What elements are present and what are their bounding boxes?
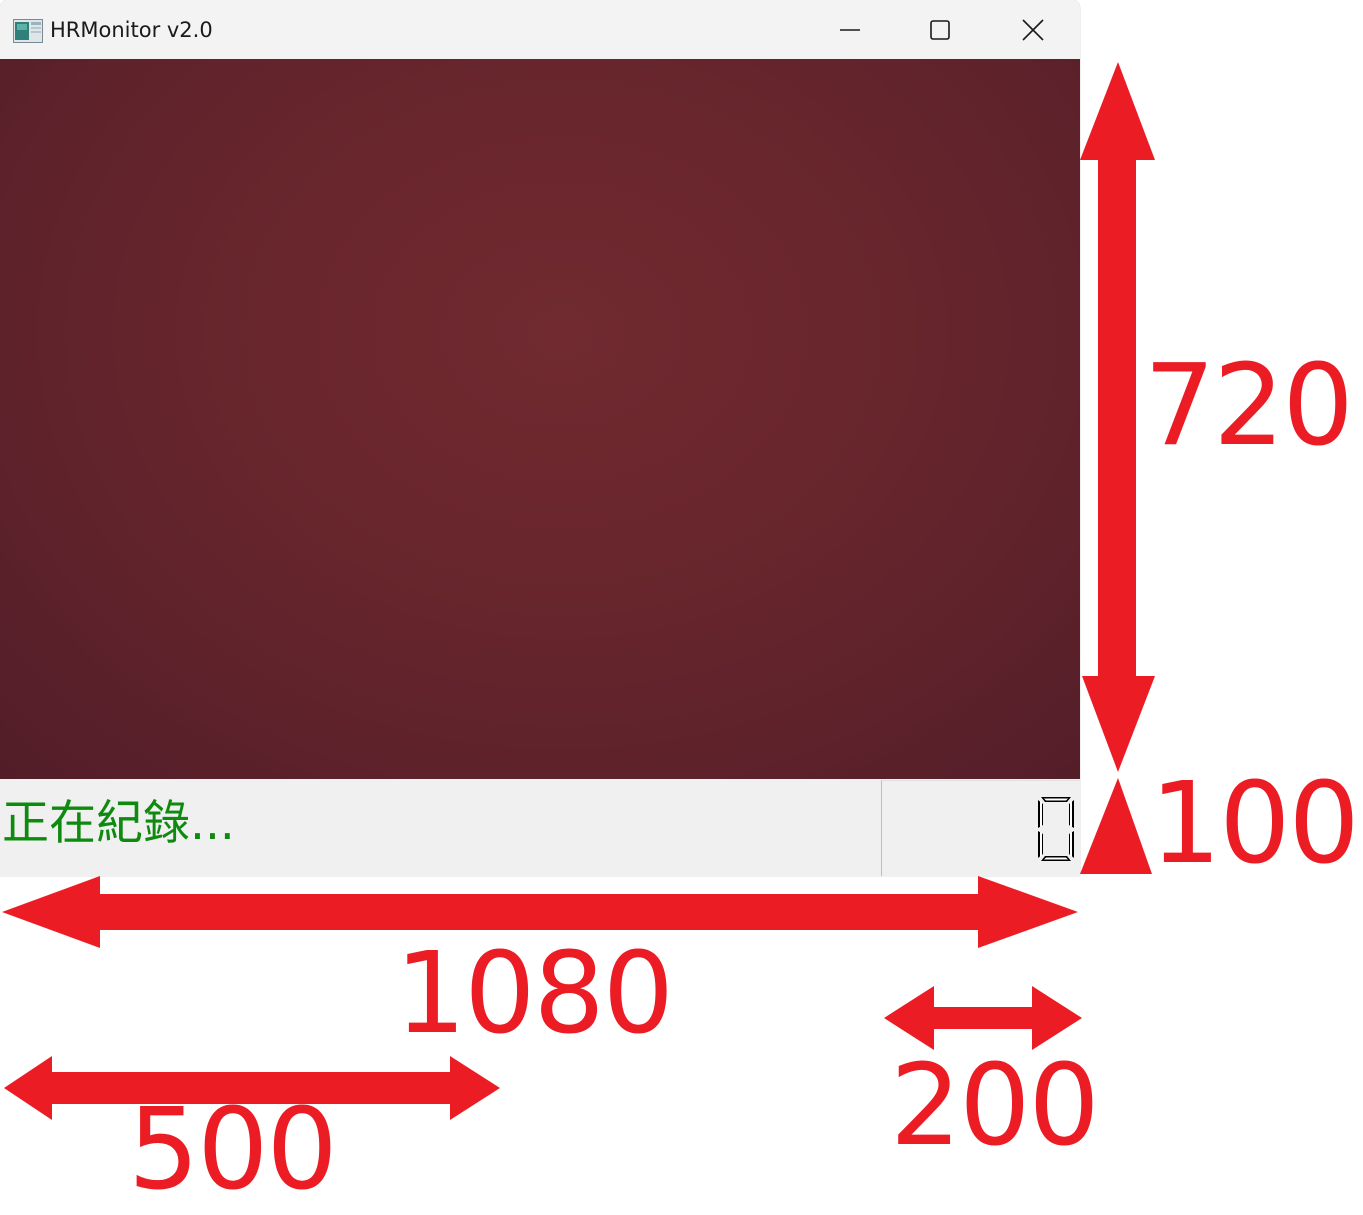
maximize-button[interactable]	[910, 8, 970, 52]
heart-rate-counter: 0	[881, 780, 1080, 876]
label-200: 200	[890, 1041, 1100, 1171]
window-title: HRMonitor v2.0	[50, 18, 213, 42]
label-500: 500	[128, 1085, 338, 1215]
minimize-icon	[840, 29, 860, 31]
label-1080: 1080	[395, 929, 674, 1059]
title-bar[interactable]: HRMonitor v2.0	[0, 0, 1080, 59]
label-100: 100	[1150, 759, 1360, 889]
status-label: 正在紀錄...	[2, 796, 235, 851]
app-window: HRMonitor v2.0	[0, 0, 1080, 876]
label-720: 720	[1144, 341, 1354, 471]
lcd-digit-zero	[1038, 797, 1074, 861]
camera-preview	[0, 59, 1080, 779]
minimize-button[interactable]	[820, 8, 880, 52]
close-button[interactable]	[1003, 8, 1063, 52]
close-icon	[1022, 19, 1044, 41]
maximize-icon	[930, 20, 950, 40]
arrow-100	[1080, 778, 1152, 874]
app-icon	[13, 19, 43, 43]
